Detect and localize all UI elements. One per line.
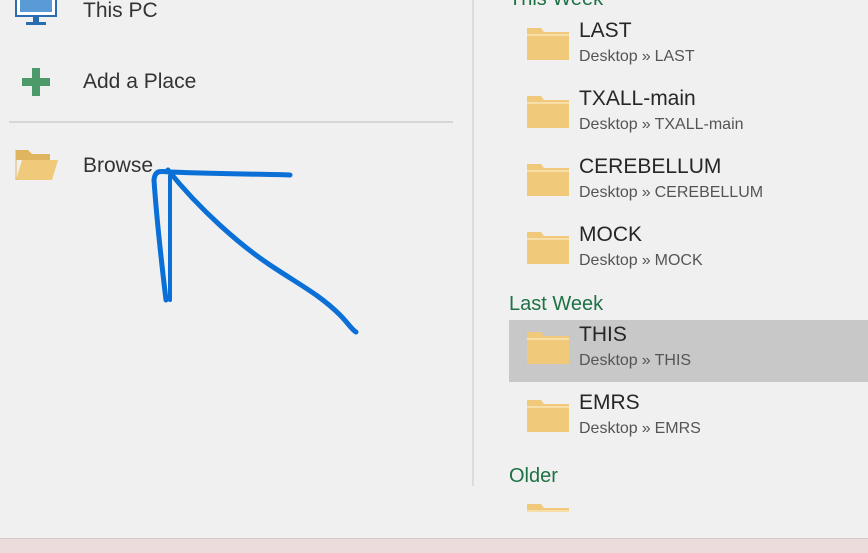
place-add-a-place[interactable]: Add a Place (0, 56, 460, 112)
folder-path-leaf: EMRS (654, 420, 701, 437)
recent-folder-item[interactable]: EMRS Desktop» EMRS (509, 388, 868, 450)
place-browse-label: Browse (83, 154, 154, 177)
place-this-pc[interactable]: This PC (0, 0, 460, 38)
group-heading-this-week: This Week (509, 0, 603, 11)
folder-path-separator: » (641, 48, 651, 65)
place-add-a-place-label: Add a Place (83, 70, 197, 93)
folder-name: CEREBELLUM (579, 155, 722, 178)
folder-path: Desktop» CEREBELLUM (579, 184, 763, 202)
folder-path-root: Desktop (579, 420, 638, 437)
folder-path-leaf: CEREBELLUM (654, 184, 764, 201)
recent-folders-pane: This Week LAST Desktop»LAST TXALL-main D… (474, 0, 868, 552)
folder-icon (527, 26, 569, 60)
folder-path-separator: » (641, 352, 651, 369)
recent-folder-item-selected[interactable]: THIS Desktop» THIS (509, 320, 868, 382)
places-pane: This PC Add a Place Browse (0, 0, 472, 552)
bottom-bar (0, 538, 868, 553)
folder-path-leaf: THIS (654, 352, 692, 369)
folder-path-separator: » (641, 184, 651, 201)
folder-path-leaf: LAST (654, 48, 695, 65)
folder-icon (527, 502, 569, 512)
folder-name: EMRS (579, 391, 640, 414)
place-this-pc-label: This PC (83, 0, 158, 22)
places-divider (9, 121, 453, 123)
folder-path: Desktop» MOCK (579, 252, 703, 270)
folder-path: Desktop» THIS (579, 352, 691, 370)
plus-icon (22, 68, 50, 101)
folder-path-root: Desktop (579, 184, 638, 201)
folder-path-leaf: MOCK (654, 252, 703, 269)
folder-icon (527, 162, 569, 196)
recent-folder-item[interactable]: CEREBELLUM Desktop» CEREBELLUM (509, 152, 868, 214)
folder-path-root: Desktop (579, 352, 638, 369)
computer-icon (14, 0, 58, 35)
recent-folder-item[interactable]: MOCK Desktop» MOCK (509, 220, 868, 282)
folder-path-root: Desktop (579, 252, 638, 269)
folder-name: LAST (579, 19, 632, 42)
folder-path-separator: » (641, 116, 651, 133)
folder-name: TXALL-main (579, 87, 696, 110)
recent-folder-item[interactable]: TXALL-main Desktop» TXALL-main (509, 84, 868, 146)
folder-path-separator: » (641, 252, 651, 269)
folder-path: Desktop» EMRS (579, 420, 701, 438)
folder-name: THIS (579, 323, 627, 346)
folder-path-root: Desktop (579, 48, 638, 65)
folder-path-root: Desktop (579, 116, 638, 133)
group-heading-older: Older (509, 465, 558, 487)
place-browse[interactable]: Browse (0, 138, 460, 194)
folder-icon (527, 230, 569, 264)
folder-path: Desktop» TXALL-main (579, 116, 744, 134)
recent-folder-item[interactable]: LAST Desktop» LAST (509, 16, 868, 78)
folder-path-leaf: TXALL-main (654, 116, 744, 133)
group-heading-last-week: Last Week (509, 293, 604, 315)
folder-path-separator: » (641, 420, 651, 437)
folder-name: MOCK (579, 223, 642, 246)
folder-icon (527, 94, 569, 128)
folder-icon (527, 330, 569, 364)
folder-path: Desktop» LAST (579, 48, 695, 66)
folder-open-icon (14, 146, 58, 187)
folder-icon (527, 398, 569, 432)
